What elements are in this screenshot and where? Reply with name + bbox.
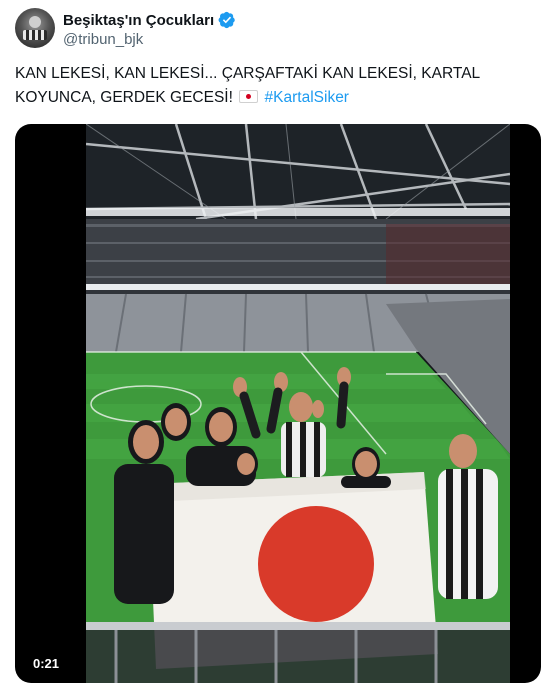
author-handle[interactable]: @tribun_bjk [63,31,143,48]
hashtag-link[interactable]: #KartalSiker [265,89,349,106]
avatar-figure [29,16,41,28]
japan-flag-emoji [239,90,259,103]
avatar[interactable] [15,8,55,48]
avatar-stripes [23,30,47,40]
author-name-row: Beşiktaş'ın Çocukları [63,10,236,30]
video-frame[interactable] [86,124,510,683]
stadium-scene [86,124,510,683]
tweet-text: KAN LEKESİ, KAN LEKESİ... ÇARŞAFTAKİ KAN… [15,62,535,110]
verified-badge-icon [218,11,235,29]
author-display-name[interactable]: Beşiktaş'ın Çocukları [63,12,214,29]
video-player[interactable]: 0:21 [15,124,541,683]
tweet-header: Beşiktaş'ın Çocukları @tribun_bjk [15,8,540,52]
video-duration-badge: 0:21 [27,654,66,673]
